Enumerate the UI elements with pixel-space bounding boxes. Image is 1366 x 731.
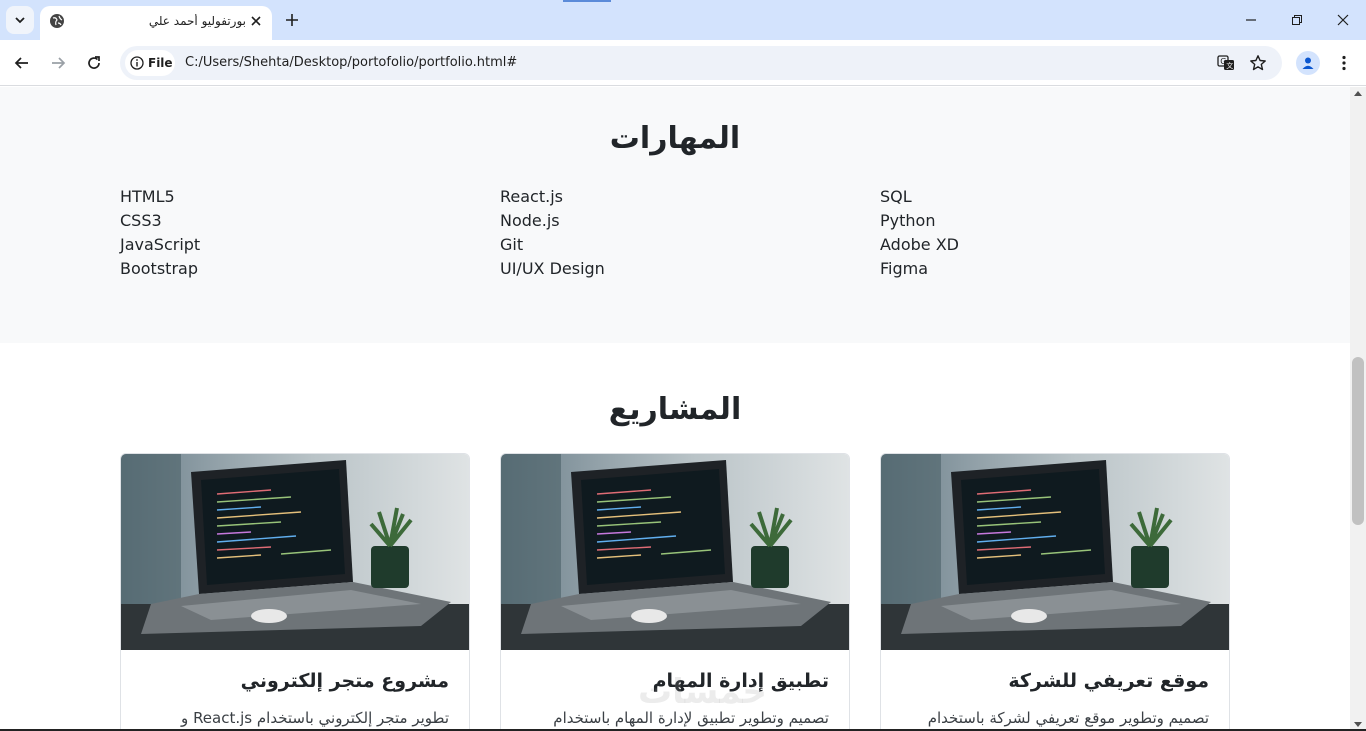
back-button[interactable] (8, 49, 36, 77)
minimize-button[interactable] (1228, 0, 1274, 40)
skill-item: Node.js (500, 211, 560, 230)
tab-search-button[interactable] (6, 6, 34, 34)
address-bar[interactable]: File C:/Users/Shehta/Desktop/portofolio/… (120, 46, 1282, 80)
laptop-photo (881, 454, 1229, 650)
reload-button[interactable] (80, 49, 108, 77)
project-title: موقع تعريفي للشركة (1008, 670, 1209, 692)
page-scrollbar[interactable] (1350, 87, 1366, 731)
restore-button[interactable] (1274, 0, 1320, 40)
restore-icon (1292, 15, 1302, 25)
skills-section: المهارات HTML5 CSS3 JavaScript Bootstrap… (0, 87, 1350, 343)
file-label: File (148, 56, 173, 70)
arrow-right-icon (52, 57, 66, 69)
close-window-button[interactable] (1320, 0, 1366, 40)
project-title: مشروع متجر إلكتروني (240, 670, 449, 692)
translate-icon: G文 (1217, 55, 1234, 70)
bookmark-button[interactable] (1248, 53, 1268, 73)
skill-item: Git (500, 235, 524, 254)
scrollbar-thumb[interactable] (1352, 357, 1364, 525)
arrow-left-icon (14, 57, 28, 69)
skill-item: CSS3 (120, 211, 162, 230)
site-info-chip[interactable]: File (125, 50, 175, 76)
tab-title: بورتفوليو أحمد علي (148, 14, 246, 28)
translate-button[interactable]: G文 (1216, 53, 1236, 73)
person-icon (1302, 57, 1314, 69)
info-icon (130, 56, 144, 70)
tab-strip-highlight (563, 0, 611, 2)
skill-item: SQL (880, 187, 912, 206)
browser-toolbar: File C:/Users/Shehta/Desktop/portofolio/… (0, 40, 1366, 86)
project-description: تطوير متجر إلكتروني باستخدام React.js و (181, 709, 449, 727)
skill-item: Bootstrap (120, 259, 198, 278)
watermark-logo: خمسات (638, 672, 767, 712)
new-tab-button[interactable] (280, 8, 304, 32)
close-tab-icon[interactable] (248, 13, 264, 29)
browser-tab[interactable]: بورتفوليو أحمد علي (40, 6, 272, 40)
skill-item: Figma (880, 259, 929, 278)
scroll-up-arrow-icon[interactable] (1354, 91, 1362, 96)
close-icon (1337, 14, 1349, 26)
project-card-company-site[interactable]: موقع تعريفي للشركة تصميم وتطوير موقع تعر… (880, 453, 1230, 731)
forward-button[interactable] (44, 49, 72, 77)
skill-item: Adobe XD (880, 235, 959, 254)
scroll-down-arrow-icon[interactable] (1354, 722, 1362, 727)
browser-menu-button[interactable] (1332, 51, 1356, 75)
globe-icon (50, 14, 64, 28)
laptop-photo (121, 454, 469, 650)
skills-column-1: HTML5 CSS3 JavaScript Bootstrap (120, 185, 470, 281)
url-text[interactable]: C:/Users/Shehta/Desktop/portofolio/portf… (185, 55, 517, 70)
project-description: تصميم وتطوير موقع تعريفي لشركة باستخدام (927, 709, 1209, 727)
skill-item: Python (880, 211, 936, 230)
tab-strip: بورتفوليو أحمد علي (0, 0, 1366, 40)
laptop-photo (501, 454, 849, 650)
skills-column-2: React.js Node.js Git UI/UX Design (500, 185, 850, 281)
chevron-down-icon (15, 17, 25, 24)
plus-icon (286, 14, 298, 26)
skill-item: React.js (500, 187, 563, 206)
project-card-ecommerce[interactable]: مشروع متجر إلكتروني تطوير متجر إلكتروني … (120, 453, 470, 731)
minimize-icon (1246, 19, 1256, 21)
reload-icon (88, 56, 100, 69)
kebab-menu-icon (1342, 55, 1346, 71)
star-icon (1250, 55, 1266, 71)
svg-text:文: 文 (1226, 61, 1233, 70)
page-viewport: المهارات HTML5 CSS3 JavaScript Bootstrap… (0, 87, 1350, 731)
skill-item: HTML5 (120, 187, 175, 206)
skills-title: المهارات (609, 121, 741, 156)
projects-title: المشاريع (608, 392, 742, 427)
skill-item: UI/UX Design (500, 259, 605, 278)
skill-item: JavaScript (120, 235, 201, 254)
skills-column-3: SQL Python Adobe XD Figma (880, 185, 1230, 281)
profile-button[interactable] (1296, 51, 1320, 75)
